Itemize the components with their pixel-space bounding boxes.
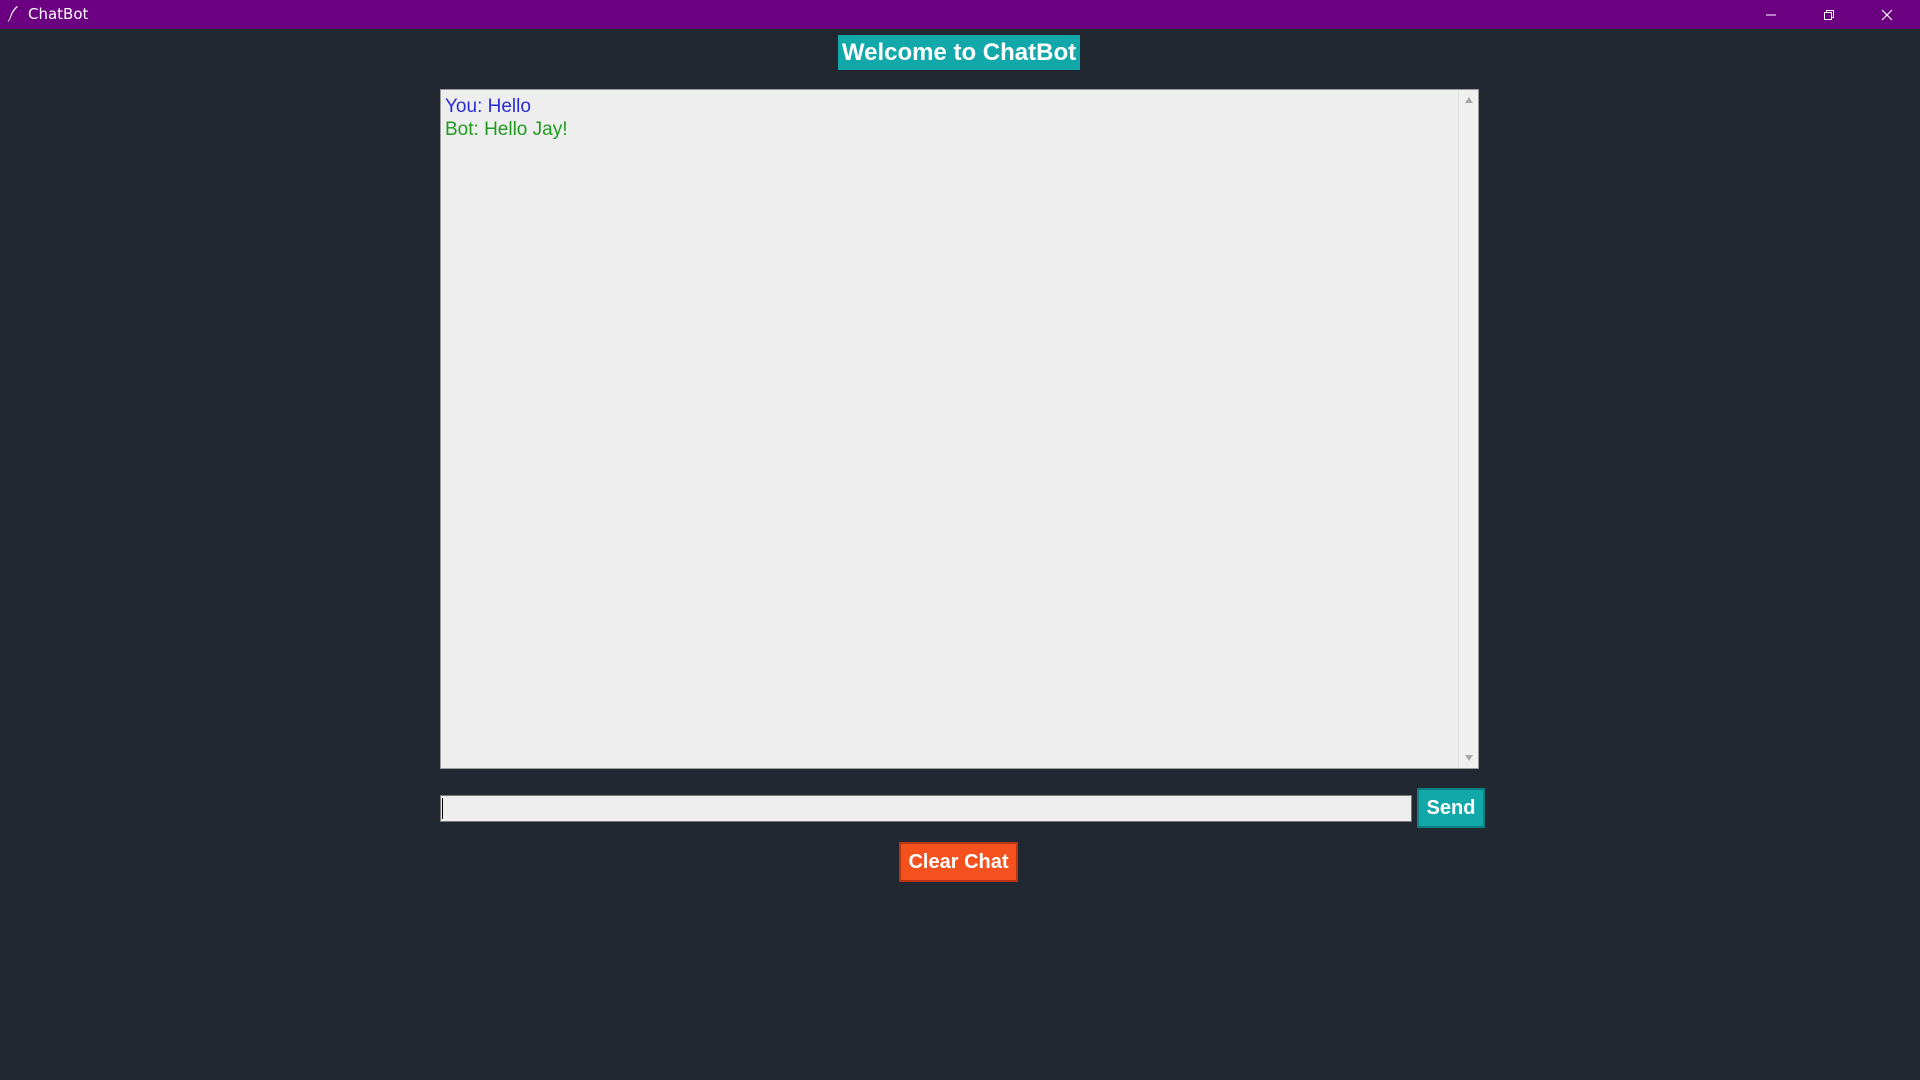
user-message: You: Hello — [445, 96, 531, 117]
scroll-down-arrow-icon — [1464, 749, 1474, 767]
scroll-up-arrow-icon — [1464, 91, 1474, 109]
welcome-banner: Welcome to ChatBot — [838, 35, 1080, 70]
chat-log[interactable]: You: Hello Bot: Hello Jay! — [443, 92, 1456, 766]
maximize-button[interactable] — [1800, 0, 1858, 29]
close-button[interactable] — [1858, 0, 1916, 29]
feather-icon — [7, 5, 19, 22]
send-button[interactable]: Send — [1417, 788, 1485, 828]
close-icon — [1881, 9, 1893, 21]
title-bar[interactable]: ChatBot — [0, 0, 1920, 29]
minimize-icon — [1765, 9, 1777, 21]
restore-icon — [1823, 9, 1835, 21]
chatbot-window: ChatBot Welcome to ChatBot You: Hello Bo… — [0, 0, 1920, 1080]
bot-message: Bot: Hello Jay! — [445, 119, 568, 140]
clear-chat-button[interactable]: Clear Chat — [899, 842, 1018, 882]
chat-history-panel[interactable]: You: Hello Bot: Hello Jay! — [440, 89, 1479, 769]
window-title: ChatBot — [28, 5, 89, 23]
chat-scrollbar[interactable] — [1458, 90, 1478, 768]
scroll-down-button[interactable] — [1459, 748, 1479, 768]
message-input[interactable] — [440, 795, 1412, 822]
text-cursor — [442, 798, 443, 819]
scroll-up-button[interactable] — [1459, 90, 1479, 110]
minimize-button[interactable] — [1742, 0, 1800, 29]
